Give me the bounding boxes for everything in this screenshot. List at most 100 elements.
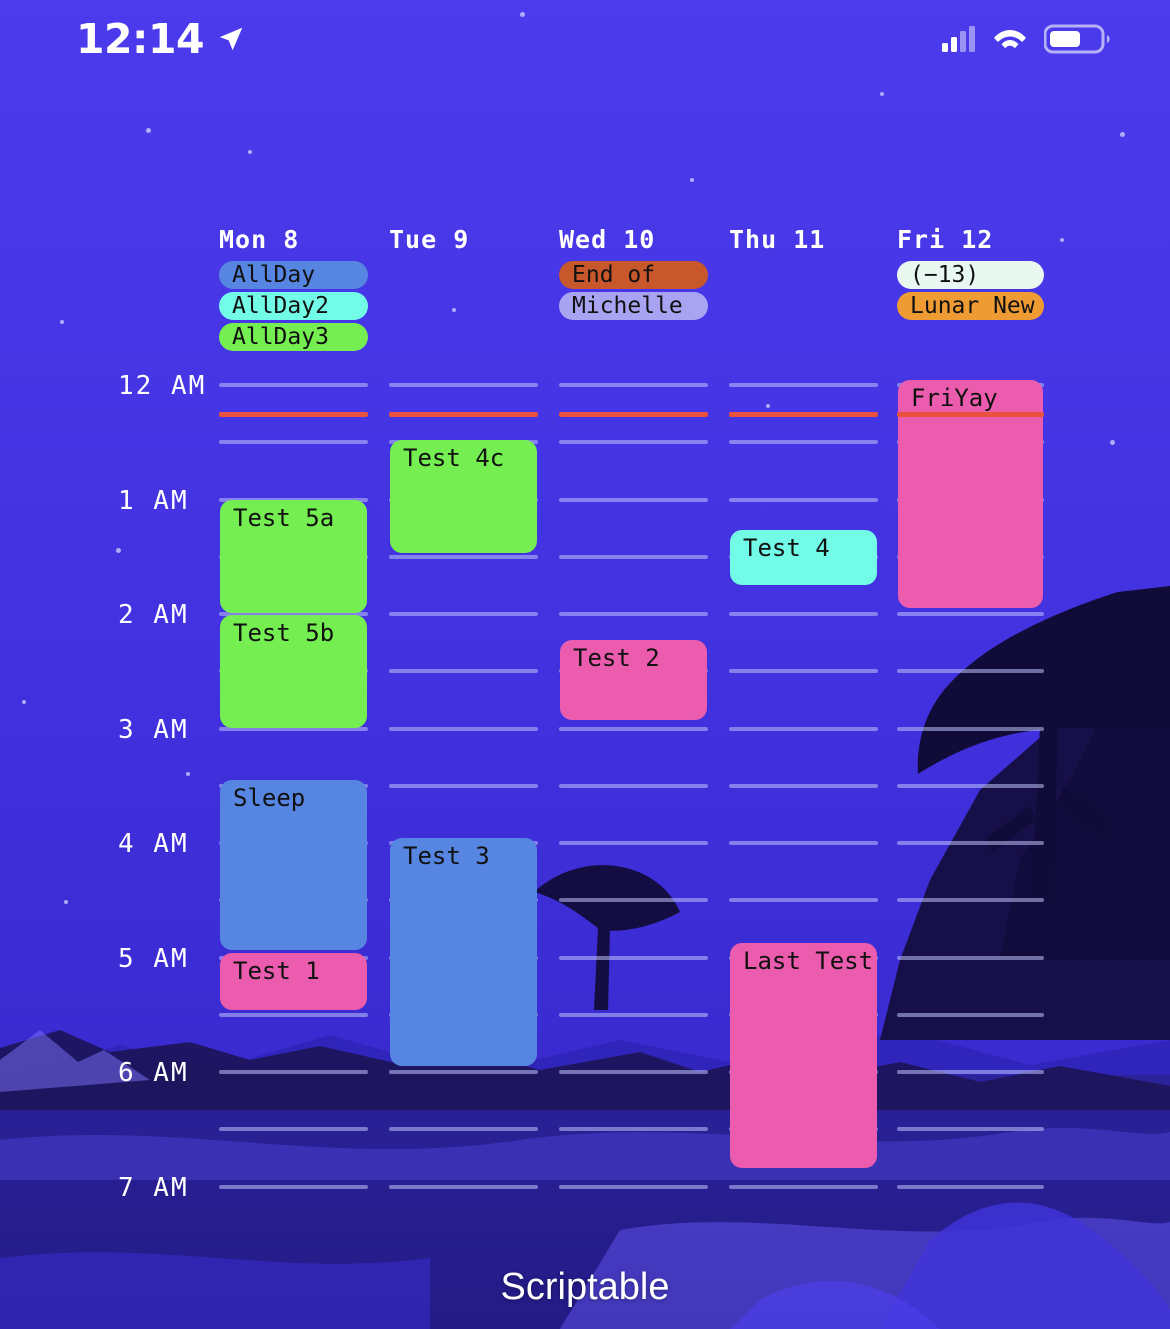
calendar-event[interactable]: Test 4 xyxy=(730,530,877,585)
grid-line xyxy=(389,669,538,674)
grid-line xyxy=(389,383,538,387)
all-day-stack: AllDay AllDay2 AllDay3 xyxy=(219,261,368,351)
grid-line xyxy=(389,1127,538,1132)
wifi-icon xyxy=(994,30,1026,49)
grid-line xyxy=(389,783,538,788)
grid-line xyxy=(729,841,878,845)
location-arrow-icon xyxy=(219,27,243,51)
grid-line xyxy=(729,497,878,502)
grid-line xyxy=(897,1184,1044,1189)
calendar-event[interactable]: Test 5b xyxy=(220,615,367,728)
hour-label: 4 AM xyxy=(118,829,189,859)
all-day-event[interactable]: Michelle xyxy=(559,292,708,320)
grid-line xyxy=(559,898,708,903)
day-column-wed[interactable]: Wed 10 End of Michelle xyxy=(559,225,708,323)
grid-line xyxy=(389,612,538,616)
status-bar-clock: 12:14 xyxy=(76,14,205,63)
all-day-event[interactable]: AllDay3 xyxy=(219,323,368,351)
calendar-event[interactable]: Test 2 xyxy=(560,640,707,720)
grid-line xyxy=(389,1184,538,1189)
star xyxy=(690,178,694,182)
grid-line xyxy=(559,1184,708,1189)
grid-line xyxy=(559,726,708,731)
day-column-mon[interactable]: Mon 8 AllDay AllDay2 AllDay3 xyxy=(219,225,368,354)
current-time-indicator xyxy=(219,411,368,417)
current-time-indicator xyxy=(559,411,708,417)
grid-line xyxy=(559,783,708,788)
grid-line xyxy=(389,1070,538,1074)
grid-line xyxy=(897,669,1044,674)
grid-line xyxy=(559,1070,708,1074)
all-day-stack: End of Michelle xyxy=(559,261,708,320)
grid-line xyxy=(897,726,1044,731)
calendar-event[interactable]: Test 3 xyxy=(390,838,537,1066)
current-time-indicator xyxy=(729,411,878,417)
grid-line xyxy=(729,612,878,616)
status-bar-left: 12:14 xyxy=(76,14,246,63)
grid-line xyxy=(897,1012,1044,1017)
grid-line xyxy=(559,841,708,845)
hour-label: 7 AM xyxy=(118,1172,189,1203)
grid-line xyxy=(729,669,878,674)
day-header: Mon 8 xyxy=(219,225,300,254)
all-day-event[interactable]: End of xyxy=(559,261,708,289)
hour-label: 1 AM xyxy=(118,485,189,516)
status-bar-right xyxy=(942,23,1114,55)
calendar-event[interactable]: Test 1 xyxy=(220,953,367,1010)
current-time-indicator xyxy=(897,411,1044,417)
grid-line xyxy=(897,898,1044,903)
grid-line xyxy=(729,1184,878,1189)
grid-line xyxy=(897,1070,1044,1074)
grid-line xyxy=(219,1012,368,1017)
day-column-fri[interactable]: Fri 12 (−13) Lunar New xyxy=(897,225,1044,323)
grid-line xyxy=(559,554,708,559)
calendar-event[interactable]: Test 5a xyxy=(220,500,367,613)
calendar-event[interactable]: Last Test xyxy=(730,943,877,1168)
grid-line xyxy=(729,440,878,445)
grid-line xyxy=(897,841,1044,845)
grid-line xyxy=(219,383,368,387)
grid-line xyxy=(219,1070,368,1074)
grid-line xyxy=(897,612,1044,616)
grid-line xyxy=(219,440,368,445)
all-day-event[interactable]: (−13) xyxy=(897,261,1044,289)
calendar-event[interactable]: Sleep xyxy=(220,780,367,950)
day-column-tue[interactable]: Tue 9 xyxy=(389,225,538,261)
status-bar: 12:14 xyxy=(0,0,1170,78)
grid-line xyxy=(219,1127,368,1132)
grid-line xyxy=(729,783,878,788)
calendar-event[interactable]: Test 4c xyxy=(390,440,537,553)
day-header: Wed 10 xyxy=(559,225,656,254)
app-name-label: Scriptable xyxy=(500,1266,670,1308)
grid-line xyxy=(559,497,708,502)
hour-label: 6 AM xyxy=(118,1058,189,1088)
grid-line xyxy=(897,955,1044,960)
grid-line xyxy=(729,726,878,731)
grid-line xyxy=(389,726,538,731)
calendar-widget[interactable]: 12 AM 1 AM 2 AM 3 AM 4 AM 5 AM 6 AM 7 AM Mon 8 Al… xyxy=(0,225,1170,1235)
grid-line xyxy=(219,1184,368,1189)
battery-icon xyxy=(1044,24,1110,54)
grid-line xyxy=(389,554,538,559)
all-day-event[interactable]: AllDay2 xyxy=(219,292,368,320)
hour-label: 12 AM xyxy=(118,371,207,401)
day-header: Thu 11 xyxy=(729,225,826,254)
grid-line xyxy=(559,1012,708,1017)
all-day-event[interactable]: AllDay xyxy=(219,261,368,289)
cellular-signal-icon xyxy=(942,26,975,52)
grid-line xyxy=(559,1127,708,1132)
grid-line xyxy=(559,612,708,616)
star xyxy=(880,92,884,96)
grid-line xyxy=(897,783,1044,788)
grid-line xyxy=(559,383,708,387)
all-day-stack: (−13) Lunar New xyxy=(897,261,1044,320)
calendar-grid: 12 AM 1 AM 2 AM 3 AM 4 AM 5 AM 6 AM 7 AM Mon 8 Al… xyxy=(0,225,1170,1235)
grid-line xyxy=(729,383,878,387)
hour-label: 2 AM xyxy=(118,600,189,630)
grid-line xyxy=(559,955,708,960)
all-day-event[interactable]: Lunar New xyxy=(897,292,1044,320)
day-column-thu[interactable]: Thu 11 xyxy=(729,225,878,261)
current-time-indicator xyxy=(389,411,538,417)
grid-line xyxy=(729,898,878,903)
day-header: Tue 9 xyxy=(389,225,470,254)
